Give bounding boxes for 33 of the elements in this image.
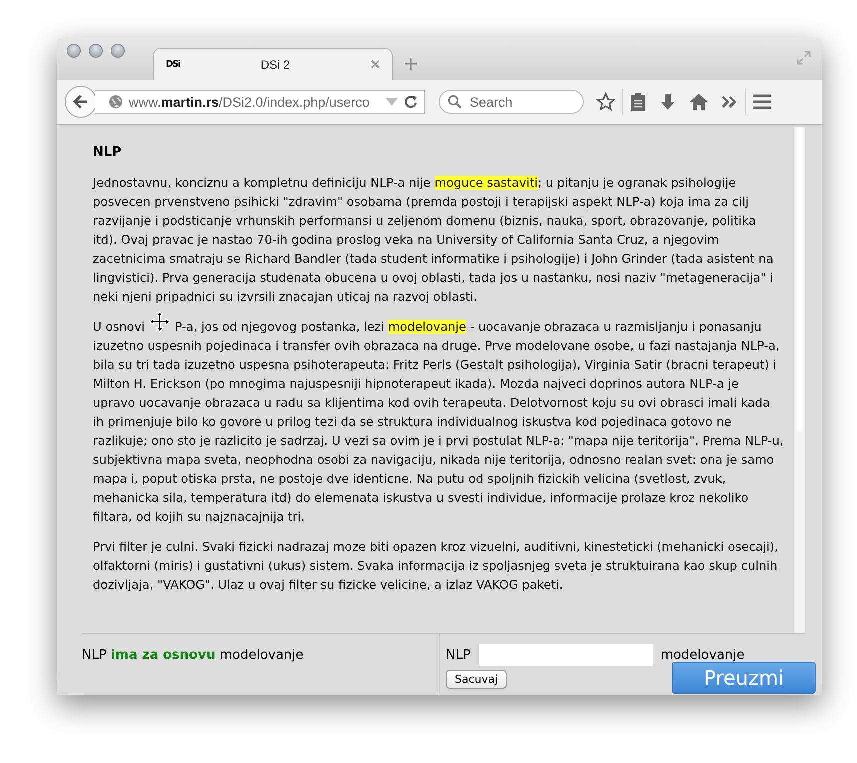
- tab-favicon: DSi: [166, 60, 180, 70]
- search-field[interactable]: Search: [439, 90, 584, 114]
- article-paragraph: U osnovi P-a, jos od njegovog postanka, lezi modelovanje - uocavanje obrazaca u razmisljanju i ponasanju izuzetno uspesnih pojedinaca i transfer ovih obrazaca na druge. Prve modelovane osobe, u fazi nastajanja NLP-a, bila su tri tada izuzetno uspesna psihoterapeuta: Fritz Perls (Gestalt psihologija), Virginia Satir (bracni terapeut) i Milton H. Erickson (po mnogima najuspesniji hipnoterapeut ikada). Mozda najveci doprinos autora NLP-a je upravo uocavanje obrazaca u radu sa klijentima kod ovih terapeuta. Delotvornost koju su ovi obrasci imali kada ih primenjuje bilo ko govore u prilog tezi da se struktura individualnog iskustva kod pojedinaca gotovo ne razlikuje; ono sto je razlicito je sadrzaj. U vezi sa ovim je i prvi postulat NLP-a: "mapa nije teritorija". Prema NLP-u, subjektivna mapa sveta, neophodna osobi za navigaciju, nikada nije teritorija, odnosno realan svet: ona je samo mapa i, poput otiska prsta, ne postoje dve identicne. Na putu od spoljnih fizickih velicina (svetlost, zvuk, mehanicka sila, temperatura itd) do elemenata iskustva u svesti individue, informacije prolaze kroz nekoliko filtara, od kojih su najznacajnija tri.: [93, 319, 784, 526]
- answer-suffix: modelovanje: [660, 648, 745, 662]
- back-arrow-icon[interactable]: [73, 94, 89, 110]
- answer-prefix: NLP: [446, 648, 471, 662]
- globe-icon: [109, 95, 123, 109]
- answer-field[interactable]: [478, 644, 653, 666]
- close-tab-icon[interactable]: [371, 60, 380, 69]
- back-button[interactable]: [65, 86, 97, 118]
- scrollbar[interactable]: [794, 127, 805, 633]
- bookmark-star-icon[interactable]: [596, 92, 616, 112]
- article-heading: NLP: [93, 145, 123, 160]
- download-icon[interactable]: [659, 92, 677, 112]
- url-text: www.martin.rs/DSi2.0/index.php/userco: [129, 94, 371, 110]
- move-cursor-icon: [149, 311, 171, 333]
- search-icon: [448, 95, 462, 109]
- search-input[interactable]: Search: [468, 94, 572, 110]
- clipboard-icon[interactable]: [629, 92, 647, 112]
- statement-text: NLP ima za osnovu modelovanje: [82, 648, 304, 663]
- chevrons-icon[interactable]: [721, 95, 739, 109]
- new-tab-icon[interactable]: [405, 58, 417, 70]
- address-field[interactable]: www.martin.rs/DSi2.0/index.php/userco: [95, 90, 425, 114]
- article-paragraph: Prvi filter je culni. Svaki fizicki nadrazaj moze biti opazen kroz vizuelni, auditivni, kinesteticki (mehanicki osecaji), olfaktorni (miris) i gustativni (ukus) sistem. Svaka informacija iz spoljasnjeg sveta je struktuirana kao skup culnih dozivljaja, "VAKOG". Ulaz u ovaj filter su fizicke velicine, a izlaz VAKOG paketi.: [93, 539, 780, 594]
- minimize-window-button[interactable]: [89, 44, 103, 58]
- home-icon[interactable]: [689, 92, 709, 112]
- article-paragraph: Jednostavnu, konciznu a kompletnu definiciju NLP-a nije moguce sastaviti; u pitanju je ogranak psihologije posvecen prvenstveno psihicki "zdravim" osobama (premda postoji i terapijski aspekt NLP-a) koja ima za cilj razvijanje i podsticanje vrhunskih performansi u zeljenom domenu (biznis, nauka, sport, obrazovanje, politika itd). Ovaj pravac je nastao 70-ih godina proslog veka na University of California Santa Cruz, a njegovim zacetnicima smatraju se Richard Bandler (tada student informatike i psihologije) i John Grinder (tada asistent na lingvistici). Prva generacija studenata obucena u ovoj oblasti, tada jos u nastanku, nosi naziv "metageneracija" i neki njeni pripadnici su izvrsili znacajan uticaj na razvoj oblasti.: [93, 175, 775, 306]
- save-button[interactable]: Sacuvaj: [446, 670, 508, 689]
- menu-icon[interactable]: [752, 94, 772, 110]
- browser-tab[interactable]: DSi DSi 2: [153, 48, 393, 80]
- close-window-button[interactable]: [67, 44, 81, 58]
- reload-icon[interactable]: [404, 95, 418, 109]
- zoom-window-button[interactable]: [111, 44, 125, 58]
